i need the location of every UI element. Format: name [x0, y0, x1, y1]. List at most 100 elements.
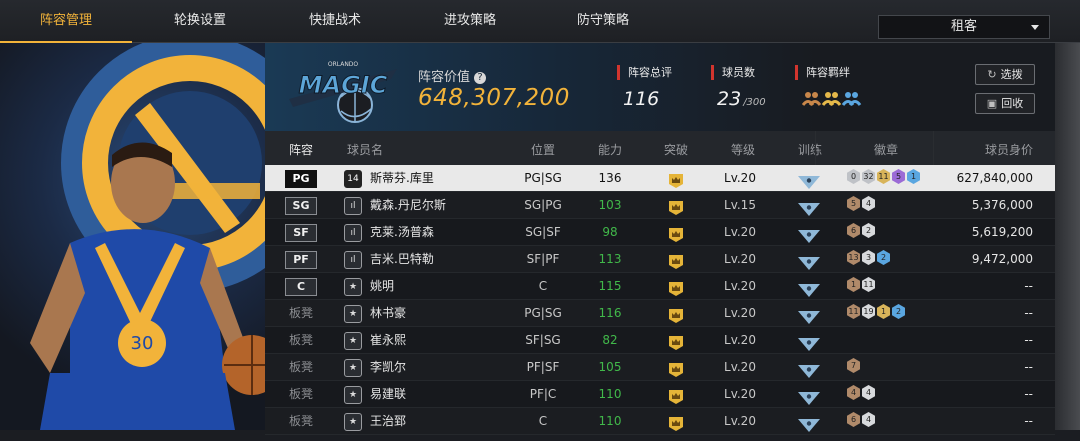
- player-name: 易建联: [370, 387, 407, 401]
- badge-list: 64: [847, 412, 877, 430]
- tab-lineup-management[interactable]: 阵容管理: [0, 0, 132, 43]
- training-icon[interactable]: [798, 388, 820, 405]
- player-position: SF|PF: [526, 252, 560, 266]
- bond-people-icon: [821, 92, 842, 106]
- overall-rating-label: 阵容总评: [617, 65, 672, 80]
- badge-list: 11 19 1 2: [847, 304, 907, 322]
- col-badges[interactable]: 徽章: [874, 141, 898, 158]
- breakthrough-crown-icon[interactable]: [668, 306, 684, 323]
- badge-icon: 4: [862, 385, 875, 400]
- player-row[interactable]: PF ıl 吉米.巴特勒 SF|PF 113 Lv.20 13 3 2 9,472,000: [265, 246, 1055, 273]
- training-icon[interactable]: [798, 199, 820, 216]
- select-button[interactable]: ↻ 选拨: [975, 64, 1035, 85]
- player-name: 斯蒂芬.库里: [370, 171, 434, 185]
- player-tier-icon: ★: [344, 278, 362, 296]
- player-name: 克莱.汤普森: [370, 225, 434, 239]
- player-position: C: [538, 414, 548, 428]
- player-level: Lv.20: [724, 279, 756, 293]
- training-icon[interactable]: [798, 334, 820, 351]
- player-level: Lv.20: [724, 252, 756, 266]
- breakthrough-crown-icon[interactable]: [668, 414, 684, 431]
- training-icon[interactable]: [798, 361, 820, 378]
- player-rating: 110: [598, 414, 622, 428]
- player-rating: 116: [598, 306, 622, 320]
- player-row[interactable]: 板凳 ★ 易建联 PF|C 110 Lv.20 4 4 --: [265, 381, 1055, 408]
- player-count: 23: [717, 88, 742, 110]
- player-row[interactable]: 板凳 ★ 崔永熙 SF|SG 82 Lv.20 --: [265, 327, 1055, 354]
- team-summary-panel: MAGIC ORLANDO 阵容价值? 648,307,200 阵容总评 116…: [265, 43, 1055, 131]
- player-row[interactable]: C ★ 姚明 C 115 Lv.20 1 11 --: [265, 273, 1055, 300]
- lineup-slot: 板凳: [288, 360, 313, 374]
- breakthrough-crown-icon[interactable]: [668, 333, 684, 350]
- player-name: 李凯尔: [370, 360, 407, 374]
- background-edge: [1055, 43, 1080, 430]
- player-position: PF|C: [529, 387, 557, 401]
- player-rating: 115: [598, 279, 622, 293]
- breakthrough-crown-icon[interactable]: [668, 225, 684, 242]
- tab-quick-tactics[interactable]: 快捷战术: [280, 0, 390, 42]
- col-lineup[interactable]: 阵容: [289, 141, 313, 158]
- breakthrough-crown-icon[interactable]: [668, 198, 684, 215]
- col-rating[interactable]: 能力: [598, 141, 622, 158]
- svg-text:30: 30: [131, 333, 154, 354]
- badge-icon: 13: [847, 250, 860, 265]
- breakthrough-crown-icon[interactable]: [668, 171, 684, 188]
- badge-list: 62: [847, 223, 877, 241]
- slot-label: C: [285, 277, 317, 296]
- bond-icons[interactable]: [801, 88, 866, 112]
- player-row[interactable]: SF ıl 克莱.汤普森 SG|SF 98 Lv.20 6 2 5,619,200: [265, 219, 1055, 246]
- player-name: 王治郅: [370, 414, 407, 428]
- breakthrough-crown-icon[interactable]: [668, 279, 684, 296]
- tab-rotation-settings[interactable]: 轮换设置: [145, 0, 255, 42]
- player-row[interactable]: 板凳 ★ 王治郅 C 110 Lv.20 6 4 --: [265, 408, 1055, 435]
- player-row[interactable]: 板凳 ★ 李凯尔 PF|SF 105 Lv.20 7 --: [265, 354, 1055, 381]
- badge-icon: 1: [907, 169, 920, 184]
- col-value[interactable]: 球员身价: [985, 141, 1033, 158]
- player-tier-icon: ★: [344, 332, 362, 350]
- refresh-icon: ↻: [987, 68, 997, 81]
- badge-icon: 4: [847, 385, 860, 400]
- help-icon[interactable]: ?: [474, 72, 487, 84]
- player-position: PG|SG: [524, 171, 562, 185]
- badge-icon: 11: [877, 169, 890, 184]
- badge-icon: 5: [847, 196, 860, 211]
- mode-dropdown[interactable]: 租客: [878, 15, 1050, 39]
- recycle-button-label: 回收: [1001, 97, 1024, 110]
- breakthrough-crown-icon[interactable]: [668, 252, 684, 269]
- training-icon[interactable]: [798, 226, 820, 243]
- player-level: Lv.20: [724, 333, 756, 347]
- player-level: Lv.20: [724, 171, 756, 185]
- player-tier-icon: ıl: [344, 224, 362, 242]
- badge-icon: 1: [847, 277, 860, 292]
- player-rating: 103: [598, 198, 622, 212]
- badge-list: 7: [847, 358, 862, 376]
- recycle-button[interactable]: ▣ 回收: [975, 93, 1035, 114]
- roster-value-label: 阵容价值?: [418, 66, 487, 85]
- top-tab-bar: 阵容管理 轮换设置 快捷战术 进攻策略 防守策略 租客: [0, 0, 1080, 43]
- player-row[interactable]: 板凳 ★ 林书豪 PG|SG 116 Lv.20 11 19 1 2 --: [265, 300, 1055, 327]
- team-bonds-label: 阵容羁绊: [795, 65, 850, 80]
- training-icon[interactable]: [798, 253, 820, 270]
- player-name: 戴森.丹尼尔斯: [370, 198, 446, 212]
- training-icon[interactable]: [798, 172, 820, 189]
- col-name[interactable]: 球员名: [347, 141, 383, 158]
- col-position[interactable]: 位置: [531, 141, 555, 158]
- player-rating: 110: [598, 387, 622, 401]
- training-icon[interactable]: [798, 307, 820, 324]
- recycle-icon: ▣: [986, 97, 998, 110]
- tab-defense-strategy[interactable]: 防守策略: [548, 0, 658, 42]
- player-level: Lv.20: [724, 225, 756, 239]
- training-icon[interactable]: [798, 415, 820, 432]
- player-count-value: 23/300: [717, 88, 766, 110]
- col-training[interactable]: 训练: [798, 141, 822, 158]
- player-row[interactable]: SG ıl 戴森.丹尼尔斯 SG|PG 103 Lv.15 5 4 5,376,000: [265, 192, 1055, 219]
- training-icon[interactable]: [798, 280, 820, 297]
- breakthrough-crown-icon[interactable]: [668, 360, 684, 377]
- col-level[interactable]: 等级: [731, 141, 755, 158]
- breakthrough-crown-icon[interactable]: [668, 387, 684, 404]
- col-breakthrough[interactable]: 突破: [664, 141, 688, 158]
- player-position: SF|SG: [525, 333, 561, 347]
- player-value: --: [1024, 414, 1033, 428]
- player-row[interactable]: PG 14 斯蒂芬.库里 PG|SG 136 Lv.20 0 32 11 5 1 627,840,00…: [265, 165, 1055, 192]
- tab-offense-strategy[interactable]: 进攻策略: [415, 0, 525, 42]
